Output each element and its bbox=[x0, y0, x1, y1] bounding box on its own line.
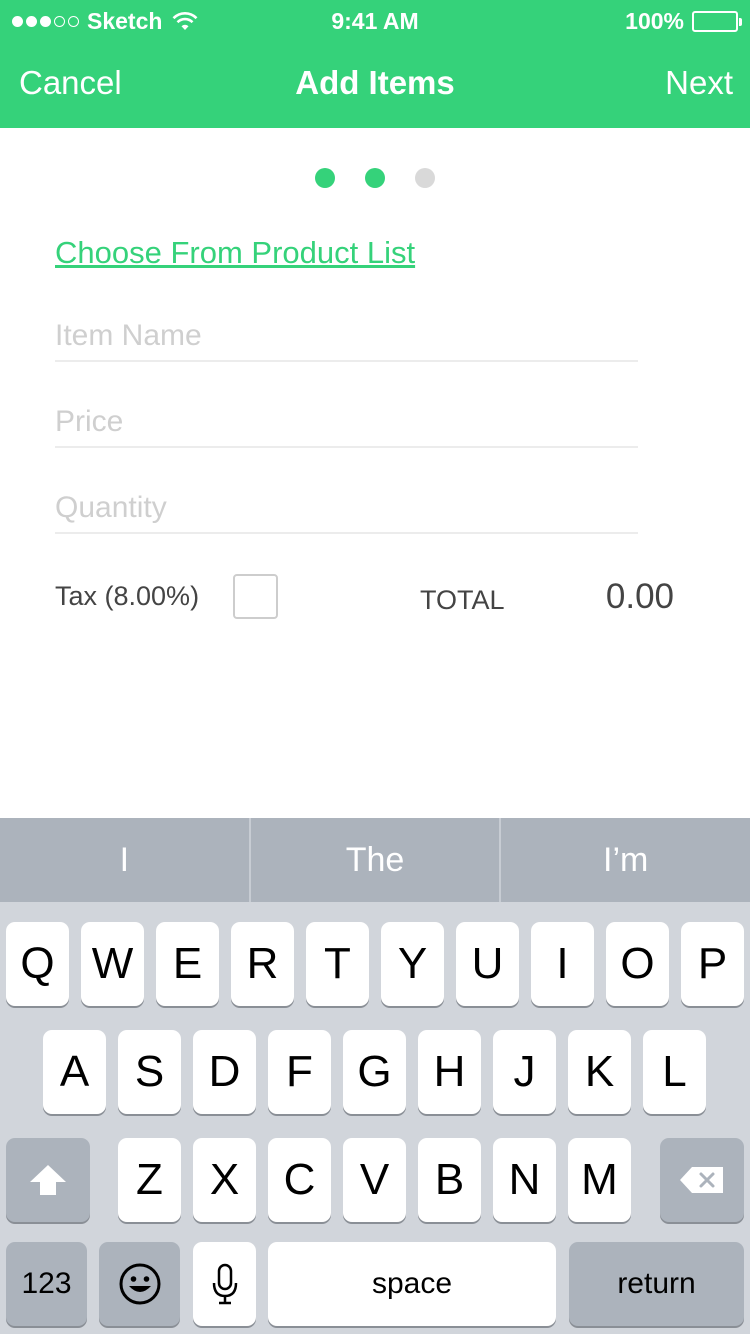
key-o[interactable]: O bbox=[606, 922, 669, 1006]
key-y[interactable]: Y bbox=[381, 922, 444, 1006]
page-indicator bbox=[0, 168, 750, 188]
item-name-input[interactable] bbox=[55, 312, 638, 362]
key-h[interactable]: H bbox=[418, 1030, 481, 1114]
key-t[interactable]: T bbox=[306, 922, 369, 1006]
backspace-icon bbox=[680, 1167, 723, 1193]
key-u[interactable]: U bbox=[456, 922, 519, 1006]
page-dot-3 bbox=[415, 168, 435, 188]
key-f[interactable]: F bbox=[268, 1030, 331, 1114]
key-a[interactable]: A bbox=[43, 1030, 106, 1114]
page-dot-2 bbox=[365, 168, 385, 188]
backspace-key[interactable] bbox=[660, 1138, 744, 1222]
return-key[interactable]: return bbox=[569, 1242, 744, 1326]
key-q[interactable]: Q bbox=[6, 922, 69, 1006]
key-e[interactable]: E bbox=[156, 922, 219, 1006]
suggestion-3[interactable]: I’m bbox=[501, 818, 750, 902]
numbers-key[interactable]: 123 bbox=[6, 1242, 87, 1326]
page-title: Add Items bbox=[295, 64, 455, 101]
key-z[interactable]: Z bbox=[118, 1138, 181, 1222]
tax-checkbox[interactable] bbox=[233, 574, 278, 619]
price-input[interactable] bbox=[55, 398, 638, 448]
battery-percent: 100% bbox=[625, 8, 684, 34]
key-g[interactable]: G bbox=[343, 1030, 406, 1114]
key-v[interactable]: V bbox=[343, 1138, 406, 1222]
shift-key[interactable] bbox=[6, 1138, 90, 1222]
next-button[interactable]: Next bbox=[665, 64, 733, 102]
shift-icon bbox=[30, 1165, 66, 1195]
key-d[interactable]: D bbox=[193, 1030, 256, 1114]
key-s[interactable]: S bbox=[118, 1030, 181, 1114]
key-i[interactable]: I bbox=[531, 922, 594, 1006]
suggestion-2[interactable]: The bbox=[251, 818, 500, 902]
battery-icon bbox=[692, 11, 742, 32]
quantity-input[interactable] bbox=[55, 484, 638, 534]
suggestion-1[interactable]: I bbox=[0, 818, 249, 902]
status-bar: Sketch 9:41 AM 100% bbox=[0, 0, 750, 40]
key-k[interactable]: K bbox=[568, 1030, 631, 1114]
key-p[interactable]: P bbox=[681, 922, 744, 1006]
page-dot-1 bbox=[315, 168, 335, 188]
key-j[interactable]: J bbox=[493, 1030, 556, 1114]
key-n[interactable]: N bbox=[493, 1138, 556, 1222]
keyboard: Q W E R T Y U I O P A S D F G H J K L Z … bbox=[0, 902, 750, 1334]
key-c[interactable]: C bbox=[268, 1138, 331, 1222]
space-key[interactable]: space bbox=[268, 1242, 556, 1326]
key-x[interactable]: X bbox=[193, 1138, 256, 1222]
key-r[interactable]: R bbox=[231, 922, 294, 1006]
choose-from-product-list-link[interactable]: Choose From Product List bbox=[55, 235, 415, 271]
microphone-icon bbox=[212, 1263, 237, 1305]
key-m[interactable]: M bbox=[568, 1138, 631, 1222]
key-w[interactable]: W bbox=[81, 922, 144, 1006]
tax-label: Tax (8.00%) bbox=[55, 581, 200, 611]
navigation-bar: Cancel Add Items Next bbox=[0, 40, 750, 128]
dictation-key[interactable] bbox=[193, 1242, 256, 1326]
emoji-key[interactable] bbox=[99, 1242, 180, 1326]
total-label: TOTAL bbox=[420, 585, 505, 615]
keyboard-suggestion-bar: I The I’m bbox=[0, 818, 750, 902]
total-value: 0.00 bbox=[605, 577, 674, 616]
emoji-icon bbox=[119, 1263, 160, 1305]
key-l[interactable]: L bbox=[643, 1030, 706, 1114]
key-b[interactable]: B bbox=[418, 1138, 481, 1222]
top-bar: Sketch 9:41 AM 100% Cancel Add Items Nex… bbox=[0, 0, 750, 128]
battery-status: 100% bbox=[625, 8, 742, 35]
